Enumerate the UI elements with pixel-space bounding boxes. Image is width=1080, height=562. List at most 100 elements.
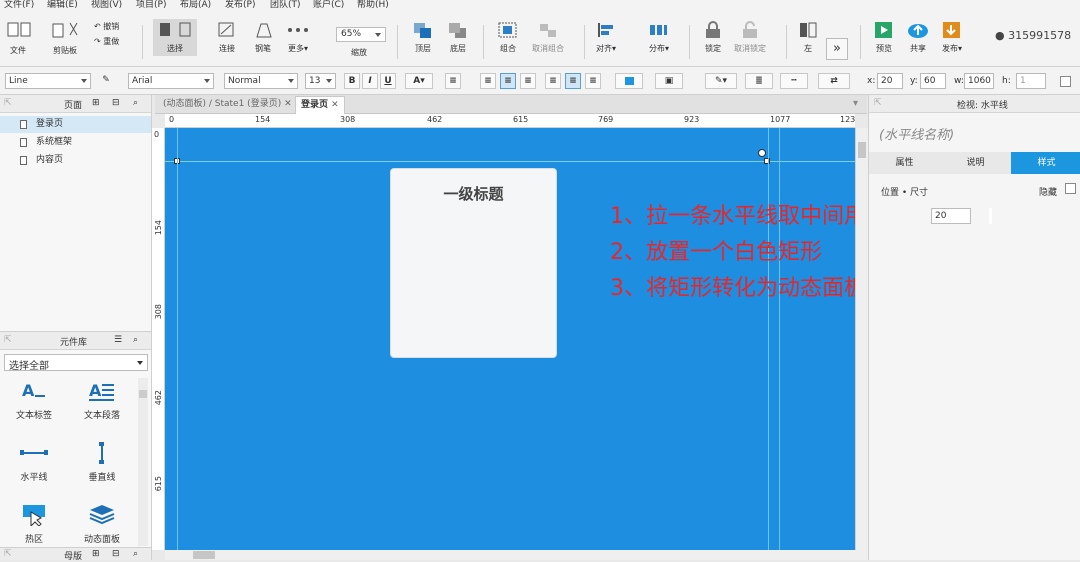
lock-button[interactable]: 锁定 [701,21,725,54]
tab-notes[interactable]: 说明 [940,152,1011,174]
search-icon[interactable]: ⌕ [133,549,138,559]
undo-button[interactable]: ↶ 撤销 [94,21,119,32]
menu-publish[interactable]: 发布(P) [225,0,255,10]
collapse-icon[interactable]: ⇱ [874,98,882,108]
widget-text-label[interactable]: A 文本标签 [4,380,64,421]
search-icon[interactable]: ⌕ [133,98,138,108]
canvas-vertical-scrollbar[interactable] [855,128,868,550]
unlock-button[interactable]: 取消锁定 [734,21,766,54]
align-left-text-button[interactable]: ≡ [480,73,496,89]
canvas-horizontal-scrollbar[interactable] [165,550,868,560]
shadow-button[interactable]: ▣ [655,73,683,89]
expand-toolbar-button[interactable]: » [826,38,848,60]
widgets-scrollbar[interactable] [138,378,148,546]
tab-login-page[interactable]: 登录页 ✕ [295,96,345,114]
x-input[interactable]: 20 [877,73,903,89]
collapse-icon[interactable]: ⇱ [4,549,12,559]
valign-bottom-button[interactable]: ≡ [585,73,601,89]
group-button[interactable]: 组合 [496,21,520,54]
add-page-icon[interactable]: ⊞ [92,98,100,108]
menu-help[interactable]: 帮助(H) [357,0,389,10]
line-style-button[interactable]: ┅ [780,73,808,89]
add-folder-icon[interactable]: ⊟ [112,549,120,559]
white-rectangle[interactable]: 一级标题 [390,168,557,358]
menu-edit[interactable]: 编辑(E) [47,0,78,10]
menu-icon[interactable]: ☰ [114,335,122,345]
scroll-thumb[interactable] [139,390,147,398]
widget-horizontal-line[interactable]: 水平线 [4,442,64,483]
send-to-bottom-button[interactable]: 底层 [446,21,470,54]
distribute-button[interactable]: 分布▾ [647,21,671,54]
widget-library-select[interactable]: 选择全部 [4,354,148,372]
zoom-select[interactable]: 65% [336,27,386,42]
collapse-icon[interactable]: ⇱ [4,98,12,108]
page-item-content[interactable]: 内容页 [0,152,151,169]
rotate-handle[interactable] [758,149,766,157]
widget-hotspot[interactable]: 热区 [4,504,64,545]
font-size-select[interactable]: 13 [305,73,336,89]
tab-style[interactable]: 样式 [1011,152,1080,174]
bring-to-top-button[interactable]: 顶层 [411,21,435,54]
connect-tool-button[interactable]: 连接 [215,21,239,54]
valign-top-button[interactable]: ≡ [545,73,561,89]
valign-middle-button[interactable]: ≡ [565,73,581,89]
bullet-list-button[interactable]: ≡ [445,73,461,89]
underline-button[interactable]: U [380,73,396,89]
share-button[interactable]: 共享 [906,21,930,54]
page-item-login[interactable]: 登录页 [0,116,151,133]
shape-style-select[interactable]: Line [5,73,91,89]
user-account[interactable]: ● 315991578 [995,29,1071,42]
redo-button[interactable]: ↷ 重做 [94,36,119,47]
publish-button[interactable]: 发布▾ [940,21,964,54]
file-button[interactable]: 文件 [4,21,32,56]
x-coordinate-input[interactable]: 20 [931,208,971,224]
menu-project[interactable]: 项目(P) [136,0,166,10]
widget-vertical-line[interactable]: 垂直线 [72,442,132,483]
line-color-button[interactable]: ✎▾ [705,73,737,89]
width-input[interactable]: 1060 [964,73,994,89]
menu-account[interactable]: 账户(C) [313,0,344,10]
align-center-text-button[interactable]: ≡ [500,73,516,89]
hidden-checkbox[interactable] [1065,183,1076,194]
line-width-button[interactable]: ≣ [745,73,773,89]
close-icon[interactable]: ✕ [284,99,292,109]
arrow-style-button[interactable]: ⇄ [818,73,850,89]
tab-list-icon[interactable]: ▾ [853,98,865,110]
widget-name-input[interactable]: (水平线名称) [879,124,954,143]
style-editor-button[interactable]: ✎ [98,73,114,89]
scroll-thumb[interactable] [858,142,866,158]
select-tool-button[interactable]: 选择 [153,19,197,56]
font-color-button[interactable]: A▾ [405,73,433,89]
align-button[interactable]: 对齐▾ [594,21,618,54]
menu-team[interactable]: 团队(T) [270,0,301,10]
widget-text-paragraph[interactable]: A 文本段落 [72,380,132,421]
menu-file[interactable]: 文件(F) [4,0,34,10]
font-family-select[interactable]: Arial [128,73,214,89]
scroll-thumb[interactable] [193,551,215,559]
page-item-framework[interactable]: 系统框架 [0,134,151,151]
y-input[interactable]: 60 [920,73,946,89]
menu-layout[interactable]: 布局(A) [180,0,211,10]
height-input[interactable]: 1 [1016,73,1046,89]
preview-button[interactable]: 预览 [872,21,896,54]
tab-dynamic-panel-state[interactable]: (动态面板) / State1 (登录页) ✕ [158,96,297,114]
clipboard-button[interactable]: 剪贴板 [50,21,80,56]
design-canvas[interactable]: 一级标题 1、拉一条水平线取中间用。 2、放置一个白色矩形 3、将矩形转化为动态… [165,128,855,550]
search-icon[interactable]: ⌕ [133,335,138,345]
aspect-lock-checkbox[interactable] [1060,76,1071,87]
add-folder-icon[interactable]: ⊟ [112,98,120,108]
pen-tool-button[interactable]: 钢笔 [251,21,275,54]
fill-color-button[interactable] [615,73,643,89]
selection-handle[interactable] [764,158,770,164]
add-master-icon[interactable]: ⊞ [92,549,100,559]
collapse-icon[interactable]: ⇱ [4,335,12,345]
bold-button[interactable]: B [344,73,360,89]
font-weight-select[interactable]: Normal [224,73,298,89]
align-left-button[interactable]: 左 [796,21,820,54]
ungroup-button[interactable]: 取消组合 [532,21,564,54]
selected-horizontal-line[interactable] [165,161,855,162]
close-icon[interactable]: ✕ [331,100,339,110]
more-tools-button[interactable]: 更多▾ [283,21,313,54]
align-right-text-button[interactable]: ≡ [520,73,536,89]
tab-properties[interactable]: 属性 [869,152,940,174]
